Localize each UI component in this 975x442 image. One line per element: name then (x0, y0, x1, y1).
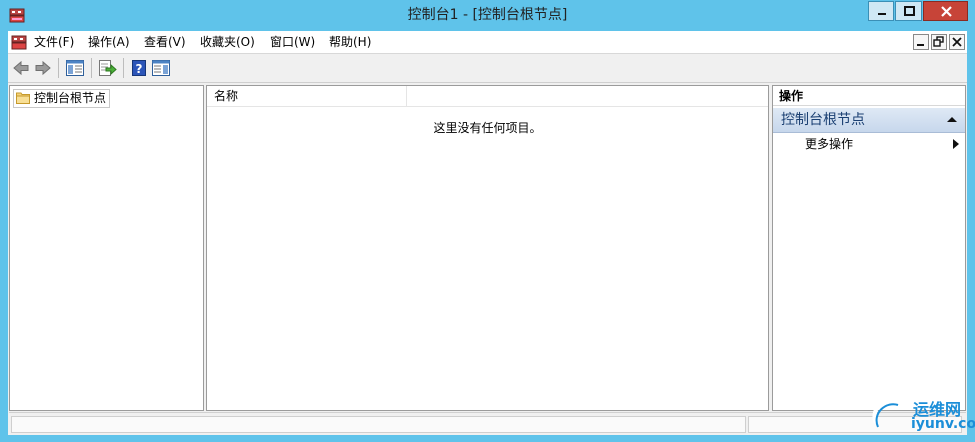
mmc-window: 控制台1 - [控制台根节点] 文件(F) 操作(A) 查看(V) 收藏夹(O)… (0, 0, 975, 442)
maximize-icon (904, 6, 915, 16)
forward-button[interactable] (33, 58, 53, 78)
menu-view[interactable]: 查看(V) (144, 34, 186, 50)
restore-icon (933, 36, 944, 47)
folder-icon (16, 92, 30, 104)
back-button[interactable] (11, 58, 31, 78)
empty-list-message: 这里没有任何项目。 (433, 121, 542, 135)
collapse-up-arrow-icon[interactable] (947, 116, 957, 123)
actions-section-title: 控制台根节点 (781, 112, 865, 128)
list-header: 名称 (207, 86, 768, 107)
svg-text:?: ? (136, 62, 143, 76)
export-list-icon (99, 60, 117, 76)
minimize-button[interactable] (868, 1, 894, 21)
window-title: 控制台1 - [控制台根节点] (407, 7, 568, 23)
export-list-button[interactable] (97, 58, 117, 78)
status-bar (9, 412, 966, 435)
title-bar[interactable]: 控制台1 - [控制台根节点] (0, 0, 975, 30)
menu-favorites[interactable]: 收藏夹(O) (200, 34, 255, 50)
maximize-button[interactable] (895, 1, 922, 21)
actions-header: 操作 (773, 86, 965, 106)
tree-item-label: 控制台根节点 (34, 91, 107, 105)
menu-window[interactable]: 窗口(W) (270, 34, 315, 50)
minimize-icon (878, 13, 886, 15)
close-button[interactable] (923, 1, 968, 21)
show-hide-action-pane-button[interactable] (151, 58, 171, 78)
child-restore-button[interactable] (931, 34, 947, 50)
action-more-actions[interactable]: 更多操作 (805, 136, 853, 152)
help-icon: ? (132, 60, 146, 76)
toolbar: ? (8, 54, 967, 83)
submenu-arrow-icon[interactable] (953, 139, 959, 149)
menu-bar: 文件(F) 操作(A) 查看(V) 收藏夹(O) 窗口(W) 帮助(H) (8, 31, 967, 54)
actions-pane[interactable]: 操作 控制台根节点 更多操作 (772, 85, 966, 411)
close-icon (941, 6, 952, 17)
status-cell-main (11, 416, 746, 433)
show-hide-tree-button[interactable] (65, 58, 85, 78)
forward-arrow-icon (35, 60, 51, 76)
actions-section-header[interactable]: 控制台根节点 (773, 108, 965, 133)
watermark-logo: 运维网 iyunv.com (868, 393, 975, 437)
console-tree-pane[interactable]: 控制台根节点 (9, 85, 204, 411)
client-area: 文件(F) 操作(A) 查看(V) 收藏夹(O) 窗口(W) 帮助(H) ? 控… (8, 31, 967, 435)
menu-file[interactable]: 文件(F) (34, 34, 74, 50)
back-arrow-icon (13, 60, 29, 76)
tree-item-console-root[interactable]: 控制台根节点 (13, 89, 111, 108)
result-list-pane[interactable]: 名称 这里没有任何项目。 (206, 85, 769, 411)
toolbar-separator (91, 58, 92, 78)
watermark-text-url: iyunv.com (911, 416, 975, 432)
show-hide-action-pane-icon (152, 60, 170, 76)
toolbar-separator (58, 58, 59, 78)
toolbar-separator (123, 58, 124, 78)
show-hide-tree-icon (66, 60, 84, 76)
menu-help[interactable]: 帮助(H) (329, 34, 371, 50)
mmc-menu-icon[interactable] (11, 34, 27, 50)
watermark-swirl-icon (872, 398, 899, 428)
child-close-button[interactable] (949, 34, 965, 50)
menu-action[interactable]: 操作(A) (88, 34, 130, 50)
minimize-icon (917, 44, 924, 46)
help-button[interactable]: ? (129, 58, 149, 78)
child-minimize-button[interactable] (913, 34, 929, 50)
close-icon (952, 37, 962, 47)
column-header-name[interactable]: 名称 (207, 86, 407, 106)
